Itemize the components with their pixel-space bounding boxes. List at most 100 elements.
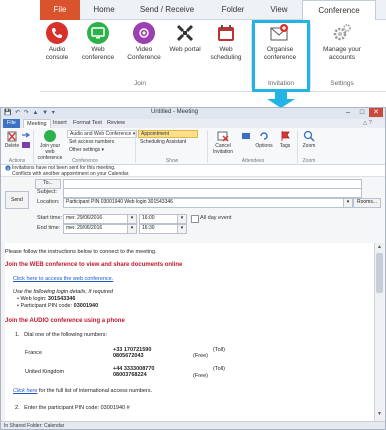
cancel-invitation-label: Cancel Invitation <box>212 143 233 155</box>
start-date-field[interactable]: mer. 29/06/2016 <box>63 214 131 224</box>
scheduling-icon <box>215 22 237 44</box>
video-conference-button[interactable]: Video Conference <box>122 22 166 62</box>
step-1-text: Dial one of the following numbers: <box>24 332 108 338</box>
other-settings-button[interactable]: Other settings ▾ <box>67 147 135 153</box>
audio-web-dropdown[interactable]: Audio and Web Conference ▾ <box>67 130 137 138</box>
rooms-button[interactable]: Rooms... <box>353 198 381 208</box>
tab-home[interactable]: Home <box>84 0 124 20</box>
group-divider <box>207 130 208 163</box>
tab-file[interactable]: File <box>40 0 80 20</box>
web-scheduling-button[interactable]: Web scheduling <box>204 22 248 62</box>
address-book-icon[interactable] <box>241 132 251 140</box>
web-scheduling-label: Web scheduling <box>210 46 242 61</box>
web-login-value: 301543346 <box>47 296 76 302</box>
start-time-label: Start time: <box>37 215 63 221</box>
all-day-checkbox[interactable] <box>191 215 199 223</box>
france-toll-tag: (Toll) <box>213 347 225 353</box>
tab-conference[interactable]: Conference <box>302 0 376 21</box>
start-time-dropdown[interactable]: ▾ <box>177 214 187 224</box>
zoom-label: Zoom <box>302 143 316 149</box>
web-conference-link[interactable]: Click here to access the web conference. <box>13 276 113 282</box>
group-zoom-label: Zoom <box>302 158 316 164</box>
cancel-icon <box>217 130 229 142</box>
uk-free-tag: (Free) <box>193 373 208 379</box>
options-label: Options <box>255 143 273 149</box>
country-uk: United Kingdom <box>25 369 65 375</box>
web-login-label: Web login: <box>20 296 47 302</box>
help-icon[interactable]: △ ? <box>363 119 372 128</box>
step-1: 1. Dial one of the following numbers: <box>15 332 108 338</box>
tab-send-receive[interactable]: Send / Receive <box>126 0 208 20</box>
scroll-up-icon[interactable]: ▲ <box>376 244 383 251</box>
location-dropdown[interactable]: ▾ <box>343 198 353 208</box>
gear-icon <box>331 22 353 44</box>
onenote-icon[interactable] <box>21 141 31 149</box>
options-icon <box>258 130 270 142</box>
appointment-button[interactable]: Appointment <box>138 130 198 138</box>
info-icon <box>5 165 11 171</box>
intl-numbers-link[interactable]: Click here <box>13 388 37 394</box>
intl-numbers-text: for the full list of international acces… <box>38 388 153 394</box>
end-date-field[interactable]: mer. 29/06/2016 <box>63 224 131 234</box>
phone-icon <box>46 22 68 44</box>
tab-format-text[interactable]: Format Text <box>73 119 102 128</box>
end-date-dropdown[interactable]: ▾ <box>127 224 137 234</box>
tab-file[interactable]: File <box>3 119 20 128</box>
end-time-field[interactable]: 16:30 <box>139 224 181 234</box>
join-web-conference-button[interactable]: Join your web conference <box>35 130 65 161</box>
to-button[interactable]: To... <box>35 179 61 189</box>
location-label: Location: <box>37 199 60 205</box>
uk-toll-tag: (Toll) <box>213 366 225 372</box>
zoom-button[interactable]: Zoom <box>299 130 319 149</box>
status-bar: In Shared Folder: Calendar <box>1 421 385 429</box>
group-divider <box>297 130 298 163</box>
magnifier-icon <box>303 130 315 142</box>
zoomed-ribbon: File Home Send / Receive Folder View Con… <box>0 0 386 92</box>
tab-insert[interactable]: Insert <box>53 119 67 128</box>
web-conference-label: Web conference <box>81 46 115 61</box>
location-field[interactable]: Participant PIN 03001940 Web login 30154… <box>63 198 347 208</box>
flag-icon <box>279 130 291 142</box>
portal-icon <box>174 22 196 44</box>
web-portal-button[interactable]: Web portal <box>168 22 202 54</box>
scheduling-assistant-button[interactable]: Scheduling Assistant <box>138 139 202 145</box>
tab-view[interactable]: View <box>258 0 300 20</box>
manage-accounts-button[interactable]: Manage your accounts <box>314 22 370 62</box>
scroll-down-icon[interactable]: ▼ <box>376 411 383 418</box>
web-conference-icon <box>87 22 109 44</box>
delete-button[interactable]: Delete <box>3 130 21 149</box>
set-access-numbers-button[interactable]: Set access numbers <box>67 139 135 145</box>
tags-button[interactable]: Tags <box>276 130 294 149</box>
start-time-field[interactable]: 16:00 <box>139 214 181 224</box>
close-icon[interactable]: ✕ <box>369 108 383 117</box>
start-date-dropdown[interactable]: ▾ <box>127 214 137 224</box>
pin-label: Participant PIN code: <box>20 303 73 309</box>
tab-review[interactable]: Review <box>107 119 125 128</box>
web-conference-icon <box>44 130 56 142</box>
all-day-label: All day event <box>200 215 232 221</box>
send-button[interactable]: Send <box>5 191 29 209</box>
end-time-label: End time: <box>37 225 61 231</box>
group-settings-label: Settings <box>330 80 354 87</box>
audio-console-button[interactable]: Audio console <box>40 22 74 62</box>
subject-label: Subject: <box>37 189 57 195</box>
subject-field[interactable] <box>63 188 362 198</box>
cancel-invitation-button[interactable]: Cancel Invitation <box>209 130 237 155</box>
message-body[interactable]: Please follow the instructions below to … <box>5 243 374 421</box>
minimize-icon[interactable]: – <box>341 108 355 117</box>
step-2-text: Enter the participant PIN code: 03001940… <box>24 405 130 411</box>
maximize-icon[interactable]: □ <box>355 108 369 117</box>
options-button[interactable]: Options <box>253 130 275 149</box>
status-text: In Shared Folder: Calendar <box>4 423 65 429</box>
end-time-dropdown[interactable]: ▾ <box>177 224 187 234</box>
forward-icon[interactable] <box>21 131 31 139</box>
scroll-thumb[interactable] <box>376 253 383 293</box>
vertical-scrollbar[interactable]: ▲ ▼ <box>374 243 384 421</box>
video-icon <box>133 22 155 44</box>
web-conference-button[interactable]: Web conference <box>76 22 120 62</box>
web-login-row: • Web login: 301543346 <box>17 296 76 302</box>
tab-folder[interactable]: Folder <box>210 0 256 20</box>
window-title: Untitled - Meeting <box>151 109 199 115</box>
meeting-ribbon: Delete Join your web conference Audio an… <box>1 128 385 165</box>
quick-access-toolbar[interactable]: 💾 ↶ ↷ ▲ ▼ ▾ <box>4 109 56 116</box>
